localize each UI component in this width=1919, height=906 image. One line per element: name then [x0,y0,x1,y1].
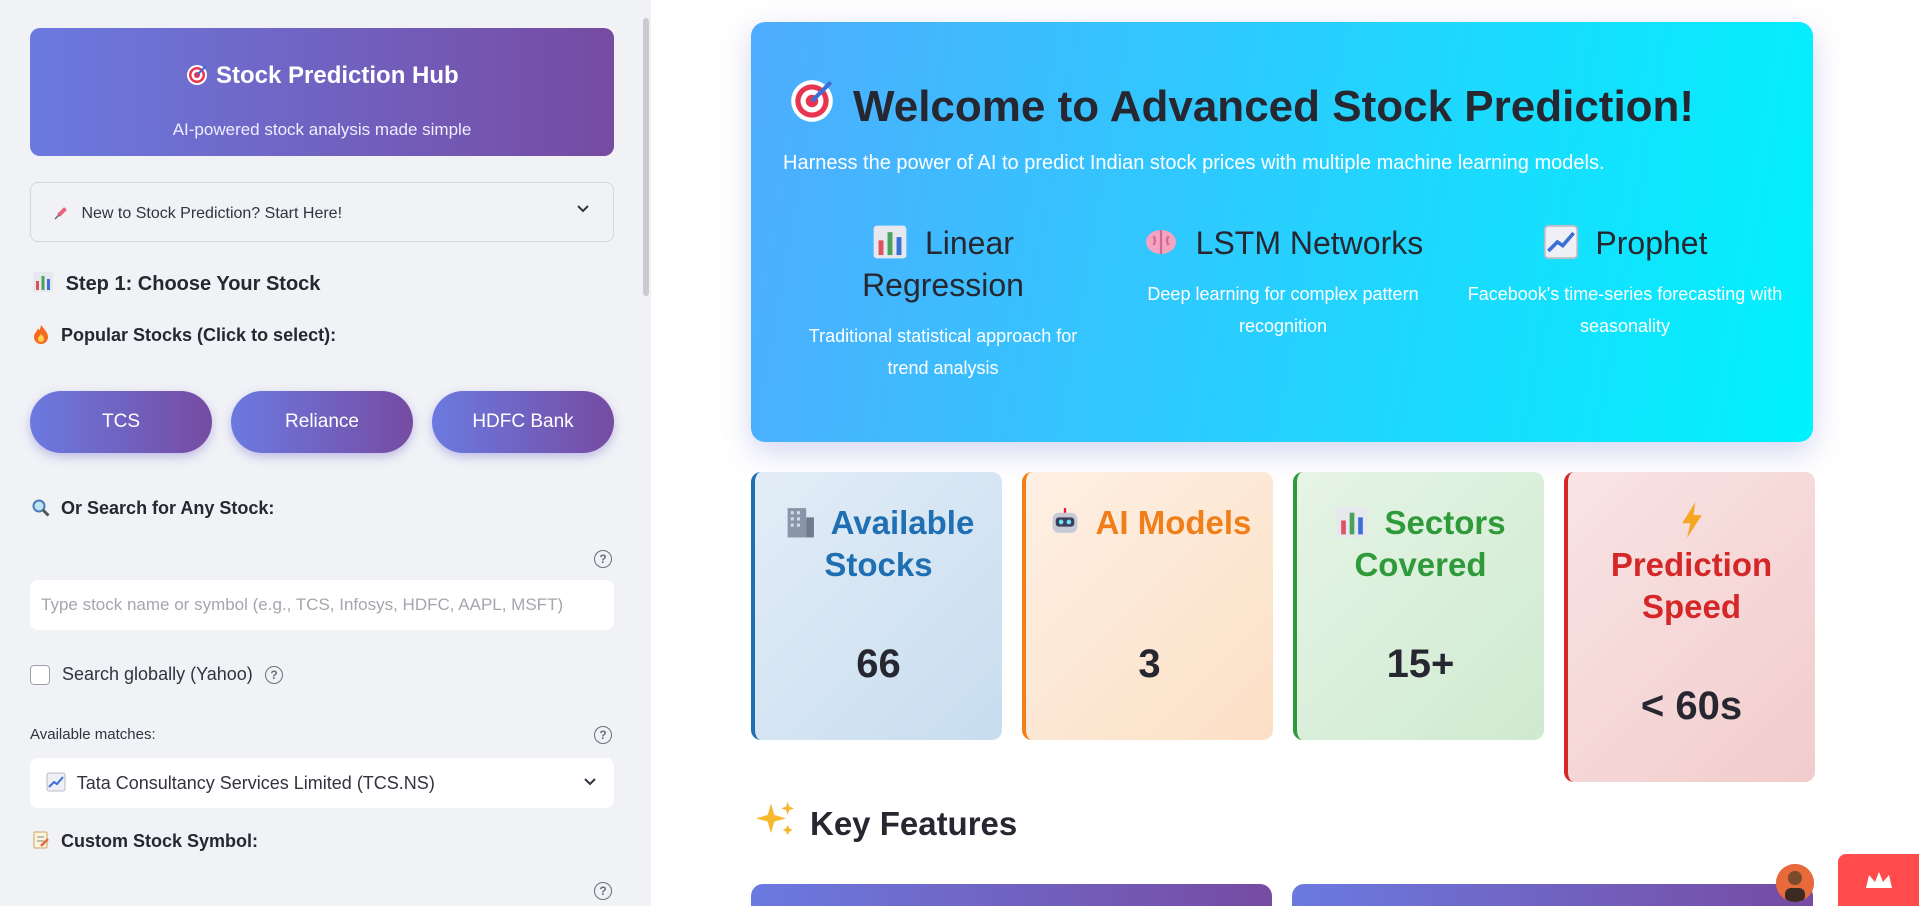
model-title-text: Prophet [1595,225,1708,261]
stat-title: Available Stocks [755,502,1002,586]
key-features-title: Key Features [810,805,1018,842]
bar-chart-icon [872,225,925,261]
model-linear-regression: Linear Regression Traditional statistica… [793,222,1093,384]
model-prophet: Prophet Facebook's time-series forecasti… [1465,222,1785,342]
popular-label: Popular Stocks (Click to select): [61,325,337,345]
search-globally-label: Search globally (Yahoo) [62,664,253,684]
stat-title: Sectors Covered [1297,502,1544,586]
popular-stock-button-hdfc-bank[interactable]: HDFC Bank [432,391,614,453]
hub-card: Stock Prediction Hub AI-powered stock an… [30,28,614,156]
popular-heading: Popular Stocks (Click to select): [32,324,336,346]
sparkles-icon [756,800,796,848]
stock-search-input[interactable] [30,580,614,630]
stat-value: 66 [856,642,901,686]
welcome-hero: Welcome to Advanced Stock Prediction! Ha… [751,22,1813,442]
model-desc: Deep learning for complex pattern recogn… [1147,284,1419,336]
chevron-down-icon [577,205,589,213]
getting-started-expander[interactable]: New to Stock Prediction? Start Here! [30,182,614,242]
popular-stock-button-tcs[interactable]: TCS [30,391,212,453]
stat-title-text: Available Stocks [824,504,975,583]
model-title: LSTM Networks [1123,222,1443,264]
hero-subtitle: Harness the power of AI to predict India… [783,152,1605,174]
available-matches-label: Available matches: [30,726,156,743]
stat-title-text: AI Models [1095,504,1252,541]
magnifier-icon [32,498,61,518]
hero-title: Welcome to Advanced Stock Prediction! [787,76,1694,137]
avatar[interactable] [1776,864,1814,902]
custom-symbol-heading: Custom Stock Symbol: [32,830,258,852]
brain-icon [1143,225,1196,261]
matches-help-icon[interactable]: ? [594,726,612,744]
stat-title: Prediction Speed [1568,502,1815,628]
target-icon [185,62,216,89]
model-title-text: LSTM Networks [1195,225,1424,261]
feature-card [1292,884,1813,906]
crown-icon [1866,872,1892,888]
sidebar-scrollbar[interactable] [643,18,649,296]
building-icon [783,504,831,541]
stat-prediction-speed: Prediction Speed < 60s [1564,472,1815,782]
stat-value: 3 [1138,642,1161,686]
model-title: Linear Regression [793,222,1093,306]
stat-ai-models: AI Models 3 [1022,472,1273,740]
chart-up-icon [46,772,77,793]
chart-up-icon [1543,224,1596,261]
popular-stock-button-reliance[interactable]: Reliance [231,391,413,453]
sidebar: Stock Prediction Hub AI-powered stock an… [0,0,651,906]
stat-title: AI Models [1026,502,1273,544]
feature-card [751,884,1272,906]
chevron-down-icon [584,778,596,786]
step1-label: Step 1: Choose Your Stock [65,273,321,295]
model-lstm: LSTM Networks Deep learning for complex … [1123,222,1443,342]
expander-label-text: New to Stock Prediction? Start Here! [81,205,343,222]
model-desc: Facebook's time-series forecasting with … [1467,284,1783,336]
lightning-icon [1568,502,1815,544]
memo-icon [32,831,61,851]
hub-title: Stock Prediction Hub [30,62,614,90]
target-icon [787,76,837,137]
expander-label: New to Stock Prediction? Start Here! [53,203,342,223]
model-desc: Traditional statistical approach for tre… [808,326,1078,378]
stat-value: 15+ [1386,642,1455,686]
hero-title-text: Welcome to Advanced Stock Prediction! [853,81,1695,131]
search-heading-label: Or Search for Any Stock: [61,498,275,518]
step1-heading: Step 1: Choose Your Stock [32,271,320,296]
hub-subtitle: AI-powered stock analysis made simple [172,120,472,139]
syringe-icon [53,205,81,222]
bar-chart-icon [1335,504,1384,541]
robot-icon [1048,504,1096,541]
model-title: Prophet [1465,222,1785,264]
streamlit-crown-button[interactable] [1838,854,1919,906]
search-globally-checkbox[interactable] [30,665,50,685]
bar-chart-icon [32,272,66,295]
fire-icon [32,325,61,345]
custom-symbol-label: Custom Stock Symbol: [61,831,259,851]
search-heading: Or Search for Any Stock: [32,498,274,519]
search-help-icon[interactable]: ? [594,550,612,568]
stat-title-text: Prediction Speed [1610,546,1773,625]
selected-match-text: Tata Consultancy Services Limited (TCS.N… [76,773,435,793]
key-features-heading: Key Features [756,800,1017,848]
selected-match: Tata Consultancy Services Limited (TCS.N… [46,772,435,794]
stat-value: < 60s [1640,684,1743,728]
global-search-help-icon[interactable]: ? [265,666,283,684]
stat-available-stocks: Available Stocks 66 [751,472,1002,740]
available-matches-select[interactable]: Tata Consultancy Services Limited (TCS.N… [30,758,614,808]
custom-symbol-help-icon[interactable]: ? [594,882,612,900]
stat-sectors-covered: Sectors Covered 15+ [1293,472,1544,740]
hub-title-text: Stock Prediction Hub [215,62,459,89]
